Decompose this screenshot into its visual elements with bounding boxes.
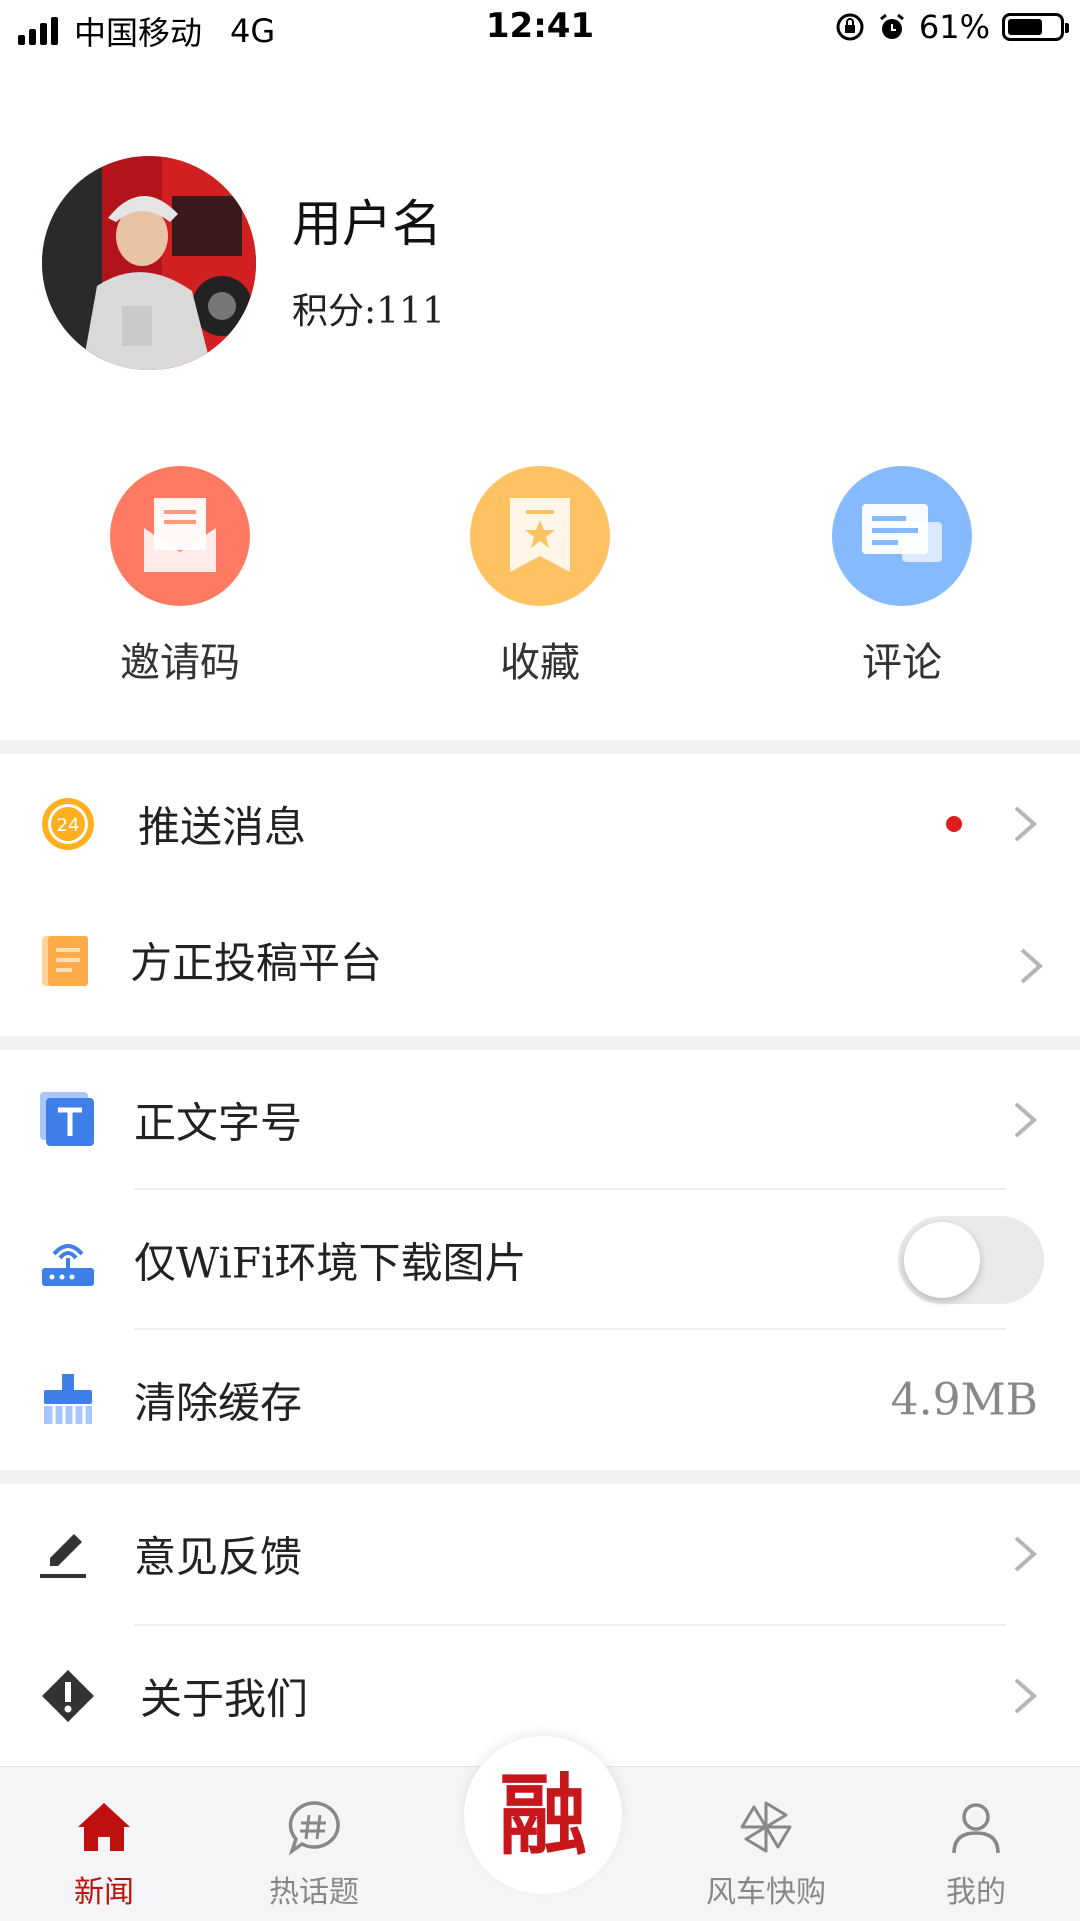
menu-item-label: 方正投稿平台 [130,938,383,988]
brush-icon [44,1374,92,1424]
tab-label: 热话题 [269,1875,359,1910]
text-t-icon [40,1092,94,1146]
cache-size: 4.9MB [890,1374,1038,1426]
pinwheel-icon [740,1801,792,1853]
chevron-right-icon [1014,1536,1038,1572]
menu-item-submit[interactable]: 方正投稿平台 [0,890,1080,1030]
menu-item-label: 意见反馈 [134,1532,303,1582]
menu-item-label: 关于我们 [140,1674,309,1724]
router-icon [42,1244,94,1286]
rong-glyph: 融 [498,1763,587,1867]
bookmark-star-icon [510,498,570,572]
user-icon [952,1803,1000,1854]
menu-item-label: 清除缓存 [134,1378,303,1428]
menu-item-wifi-only[interactable]: 仅WiFi环境下载图片 [0,1190,1080,1330]
alarm-icon [879,13,904,39]
menu-item-font-size[interactable]: 正文字号 [0,1050,1080,1190]
warning-diamond-icon [42,1670,94,1722]
chevron-right-icon [1014,806,1038,842]
tab-mine[interactable]: 我的 [876,1767,1076,1921]
notebook-icon [42,936,88,986]
hashtag-chat-icon [288,1801,340,1856]
chevron-right-icon [1014,1102,1038,1138]
menu-item-label: 仅WiFi环境下载图片 [134,1238,527,1288]
invite-code-label[interactable]: 邀请码 [30,630,330,688]
points: 积分:111 [292,282,445,334]
username[interactable]: 用户名 [292,184,442,256]
wifi-only-toggle[interactable] [898,1216,1044,1304]
tab-windmill-shop[interactable]: 风车快购 [666,1767,866,1921]
menu-item-clear-cache[interactable]: 清除缓存 4.9MB [0,1330,1080,1470]
menu-item-feedback[interactable]: 意见反馈 [0,1484,1080,1624]
menu-item-label: 正文字号 [134,1098,303,1148]
invite-code-button[interactable] [110,466,250,606]
points-value: 111 [376,291,445,332]
status-right: 61% [835,8,1069,46]
battery-percent: 61% [918,8,990,46]
chevron-right-icon [1020,948,1044,984]
menu-item-push[interactable]: 24 推送消息 [0,754,1080,894]
unread-dot [946,816,962,832]
rotation-lock-icon [836,13,864,41]
comment-icon [862,504,942,562]
battery-icon [1002,13,1069,41]
24-hour-icon: 24 [42,798,94,850]
menu-item-label: 推送消息 [138,802,307,852]
tab-label: 风车快购 [706,1875,826,1910]
home-icon [78,1803,130,1851]
favorites-label[interactable]: 收藏 [390,630,690,688]
status-bar: 中国移动 4G 12:41 61% [0,0,1080,56]
avatar[interactable] [42,156,256,370]
comments-label[interactable]: 评论 [752,630,1052,688]
avatar-image [42,156,256,370]
toggle-knob [904,1222,980,1298]
pencil-icon [40,1534,86,1578]
section-gap [0,1470,1080,1484]
favorites-button[interactable] [470,466,610,606]
section-gap [0,740,1080,754]
center-rong-button[interactable]: 融 [464,1736,622,1894]
section-gap [0,1036,1080,1050]
tab-hot-topics[interactable]: 热话题 [214,1767,414,1921]
envelope-icon [144,498,216,572]
points-label: 积分: [292,291,377,332]
tab-label: 我的 [946,1875,1006,1910]
svg-text:24: 24 [57,815,80,836]
tab-label: 新闻 [74,1875,134,1910]
tab-news[interactable]: 新闻 [4,1767,204,1921]
chevron-right-icon [1014,1678,1038,1714]
comments-button[interactable] [832,466,972,606]
